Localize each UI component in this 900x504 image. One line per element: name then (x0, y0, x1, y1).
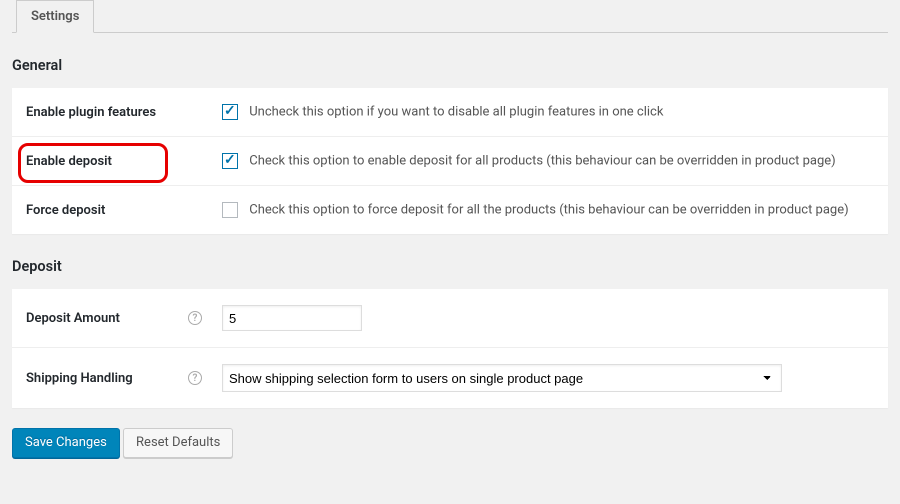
general-settings-table: Enable plugin features Uncheck this opti… (12, 88, 888, 234)
section-title-general: General (12, 57, 888, 74)
desc-enable-plugin: Uncheck this option if you want to disab… (249, 105, 663, 120)
tab-bar: Settings (12, 0, 888, 33)
desc-enable-deposit: Check this option to enable deposit for … (249, 154, 835, 169)
label-enable-plugin: Enable plugin features (12, 88, 212, 137)
checkbox-enable-plugin[interactable] (222, 104, 238, 120)
label-shipping-handling: Shipping Handling (26, 371, 133, 386)
deposit-settings-table: Deposit Amount ? Shipping Handling ? Sho… (12, 289, 888, 408)
row-shipping-handling: Shipping Handling ? Show shipping select… (12, 348, 888, 409)
help-icon[interactable]: ? (188, 311, 202, 325)
section-title-deposit: Deposit (12, 258, 888, 275)
row-enable-deposit: Enable deposit Check this option to enab… (12, 137, 888, 186)
select-shipping-handling[interactable]: Show shipping selection form to users on… (222, 364, 782, 392)
save-button[interactable]: Save Changes (12, 428, 120, 458)
desc-force-deposit: Check this option to force deposit for a… (249, 203, 848, 218)
input-deposit-amount[interactable] (222, 305, 362, 331)
label-deposit-amount: Deposit Amount (26, 311, 120, 326)
checkbox-enable-deposit[interactable] (222, 153, 238, 169)
help-icon[interactable]: ? (188, 371, 202, 385)
checkbox-force-deposit[interactable] (222, 202, 238, 218)
row-enable-plugin: Enable plugin features Uncheck this opti… (12, 88, 888, 137)
row-deposit-amount: Deposit Amount ? (12, 289, 888, 348)
reset-button[interactable]: Reset Defaults (123, 428, 233, 458)
action-buttons: Save Changes Reset Defaults (12, 428, 888, 458)
label-force-deposit: Force deposit (12, 186, 212, 235)
label-enable-deposit: Enable deposit (26, 154, 112, 169)
row-force-deposit: Force deposit Check this option to force… (12, 186, 888, 235)
tab-settings[interactable]: Settings (16, 0, 94, 33)
